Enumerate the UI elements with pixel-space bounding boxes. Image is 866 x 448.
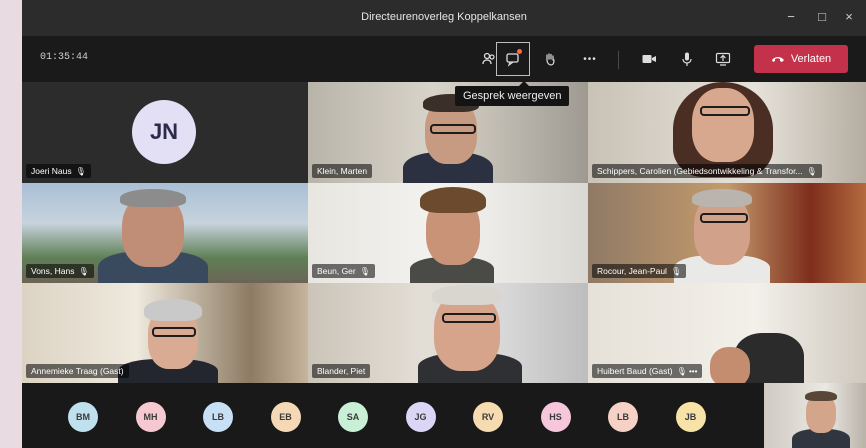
glasses xyxy=(700,106,750,116)
microphone-button[interactable] xyxy=(672,44,702,74)
microphone-icon: 🎙 xyxy=(670,267,682,276)
glasses xyxy=(152,327,196,337)
attendee-avatar[interactable]: JB xyxy=(675,402,706,432)
attendee-avatar[interactable]: RV xyxy=(473,402,503,432)
teams-meeting-window: Directeurenoverleg Koppelkansen − □ × 01… xyxy=(22,0,866,448)
meeting-timer: 01:35:44 xyxy=(40,52,89,63)
participant-name-label: Rocour, Jean-Paul 🎙 xyxy=(592,264,687,278)
title-bar: Directeurenoverleg Koppelkansen − □ × xyxy=(22,0,866,36)
microphone-icon: 🎙 xyxy=(78,267,89,276)
glasses xyxy=(430,124,476,134)
microphone-icon: 🎙 xyxy=(359,267,370,276)
participant-hair xyxy=(120,189,186,207)
participant-name-label: Blander, Piet xyxy=(312,364,371,378)
microphone-icon: 🎙 ••• xyxy=(676,367,698,376)
attendee-avatar[interactable]: EB xyxy=(270,402,301,432)
participant-tile[interactable]: Blander, Piet xyxy=(308,283,588,383)
attendee-avatar[interactable]: LB xyxy=(203,402,233,432)
participant-face xyxy=(692,88,754,162)
camera-button[interactable] xyxy=(634,44,664,74)
microphone-icon: 🎙 xyxy=(806,167,817,176)
toolbar-divider xyxy=(618,51,619,69)
participant-name-label: Annemieke Traag (Gast) xyxy=(26,364,129,378)
attendee-avatar[interactable]: MH xyxy=(135,402,166,432)
phone-hangup-icon xyxy=(771,57,784,62)
participant-name: Annemieke Traag (Gast) xyxy=(31,366,124,376)
attendee-bar: BM MH LB EB SA JG RV HS LB JB xyxy=(22,383,866,448)
participant-name-label: Beun, Ger 🎙 xyxy=(312,264,375,278)
participant-tile[interactable]: Vons, Hans 🎙 xyxy=(22,183,308,283)
participant-name: Beun, Ger xyxy=(317,266,356,276)
microphone-icon: 🎙 xyxy=(75,167,86,176)
microphone-icon xyxy=(682,52,692,66)
more-actions-button[interactable]: ••• xyxy=(575,44,605,74)
participant-name-label: Joeri Naus 🎙 xyxy=(26,164,91,178)
share-screen-icon xyxy=(715,52,731,66)
participant-name: Blander, Piet xyxy=(317,366,366,376)
participant-name: Schippers, Carolien (Gebiedsontwikkeling… xyxy=(597,166,803,176)
avatar: JN xyxy=(132,100,196,164)
attendee-avatar[interactable]: BM xyxy=(68,402,98,432)
attendee-avatar[interactable]: JG xyxy=(405,402,436,432)
glasses xyxy=(700,213,748,223)
participant-name-label: Schippers, Carolien (Gebiedsontwikkeling… xyxy=(592,164,822,178)
participant-hair xyxy=(692,189,752,207)
attendee-avatar[interactable]: SA xyxy=(338,402,368,432)
leave-button[interactable]: Verlaten xyxy=(754,45,848,73)
close-button[interactable]: × xyxy=(840,9,858,24)
participant-tile[interactable]: Beun, Ger 🎙 xyxy=(308,183,588,283)
participant-tile[interactable]: Rocour, Jean-Paul 🎙 xyxy=(588,183,866,283)
participant-hair xyxy=(805,391,837,401)
glasses xyxy=(442,313,496,323)
maximize-button[interactable]: □ xyxy=(813,9,831,24)
participant-hair xyxy=(144,299,202,321)
participant-name: Rocour, Jean-Paul xyxy=(597,266,667,276)
participant-tile[interactable]: JN Joeri Naus 🎙 xyxy=(22,82,308,183)
leave-label: Verlaten xyxy=(790,53,832,65)
participant-name: Vons, Hans xyxy=(31,266,75,276)
participant-hair xyxy=(432,285,502,305)
camera-icon xyxy=(642,55,656,63)
share-screen-button[interactable] xyxy=(708,44,738,74)
participant-name: Joeri Naus xyxy=(31,166,72,176)
participant-face xyxy=(710,347,750,383)
video-grid: JN Joeri Naus 🎙 Klein, Marten Schippers, … xyxy=(22,82,866,383)
chat-icon xyxy=(506,53,519,67)
hand-icon xyxy=(546,53,555,66)
raise-hand-button[interactable] xyxy=(535,44,565,74)
minimize-button[interactable]: − xyxy=(782,9,800,24)
participant-tile[interactable]: Schippers, Carolien (Gebiedsontwikkeling… xyxy=(588,82,866,183)
participant-name: Huibert Baud (Gast) xyxy=(597,366,673,376)
participant-name-label: Vons, Hans 🎙 xyxy=(26,264,94,278)
meeting-title: Directeurenoverleg Koppelkansen xyxy=(361,11,527,23)
show-conversation-tooltip: Gesprek weergeven xyxy=(455,81,570,106)
participant-name-label: Huibert Baud (Gast) 🎙 ••• xyxy=(592,364,703,378)
attendee-avatar[interactable]: LB xyxy=(608,402,638,432)
participant-tile[interactable]: Huibert Baud (Gast) 🎙 ••• xyxy=(588,283,866,383)
participant-hair xyxy=(420,187,486,213)
show-conversation-button[interactable] xyxy=(496,42,530,76)
self-view-video[interactable] xyxy=(764,383,866,448)
participants-icon xyxy=(482,52,495,65)
participant-name-label: Klein, Marten xyxy=(312,164,373,178)
attendee-avatar[interactable]: HS xyxy=(540,402,571,432)
participant-name: Klein, Marten xyxy=(317,166,368,176)
participant-tile[interactable]: Annemieke Traag (Gast) xyxy=(22,283,308,383)
meeting-toolbar: 01:35:44 ••• Verlaten xyxy=(22,36,866,82)
